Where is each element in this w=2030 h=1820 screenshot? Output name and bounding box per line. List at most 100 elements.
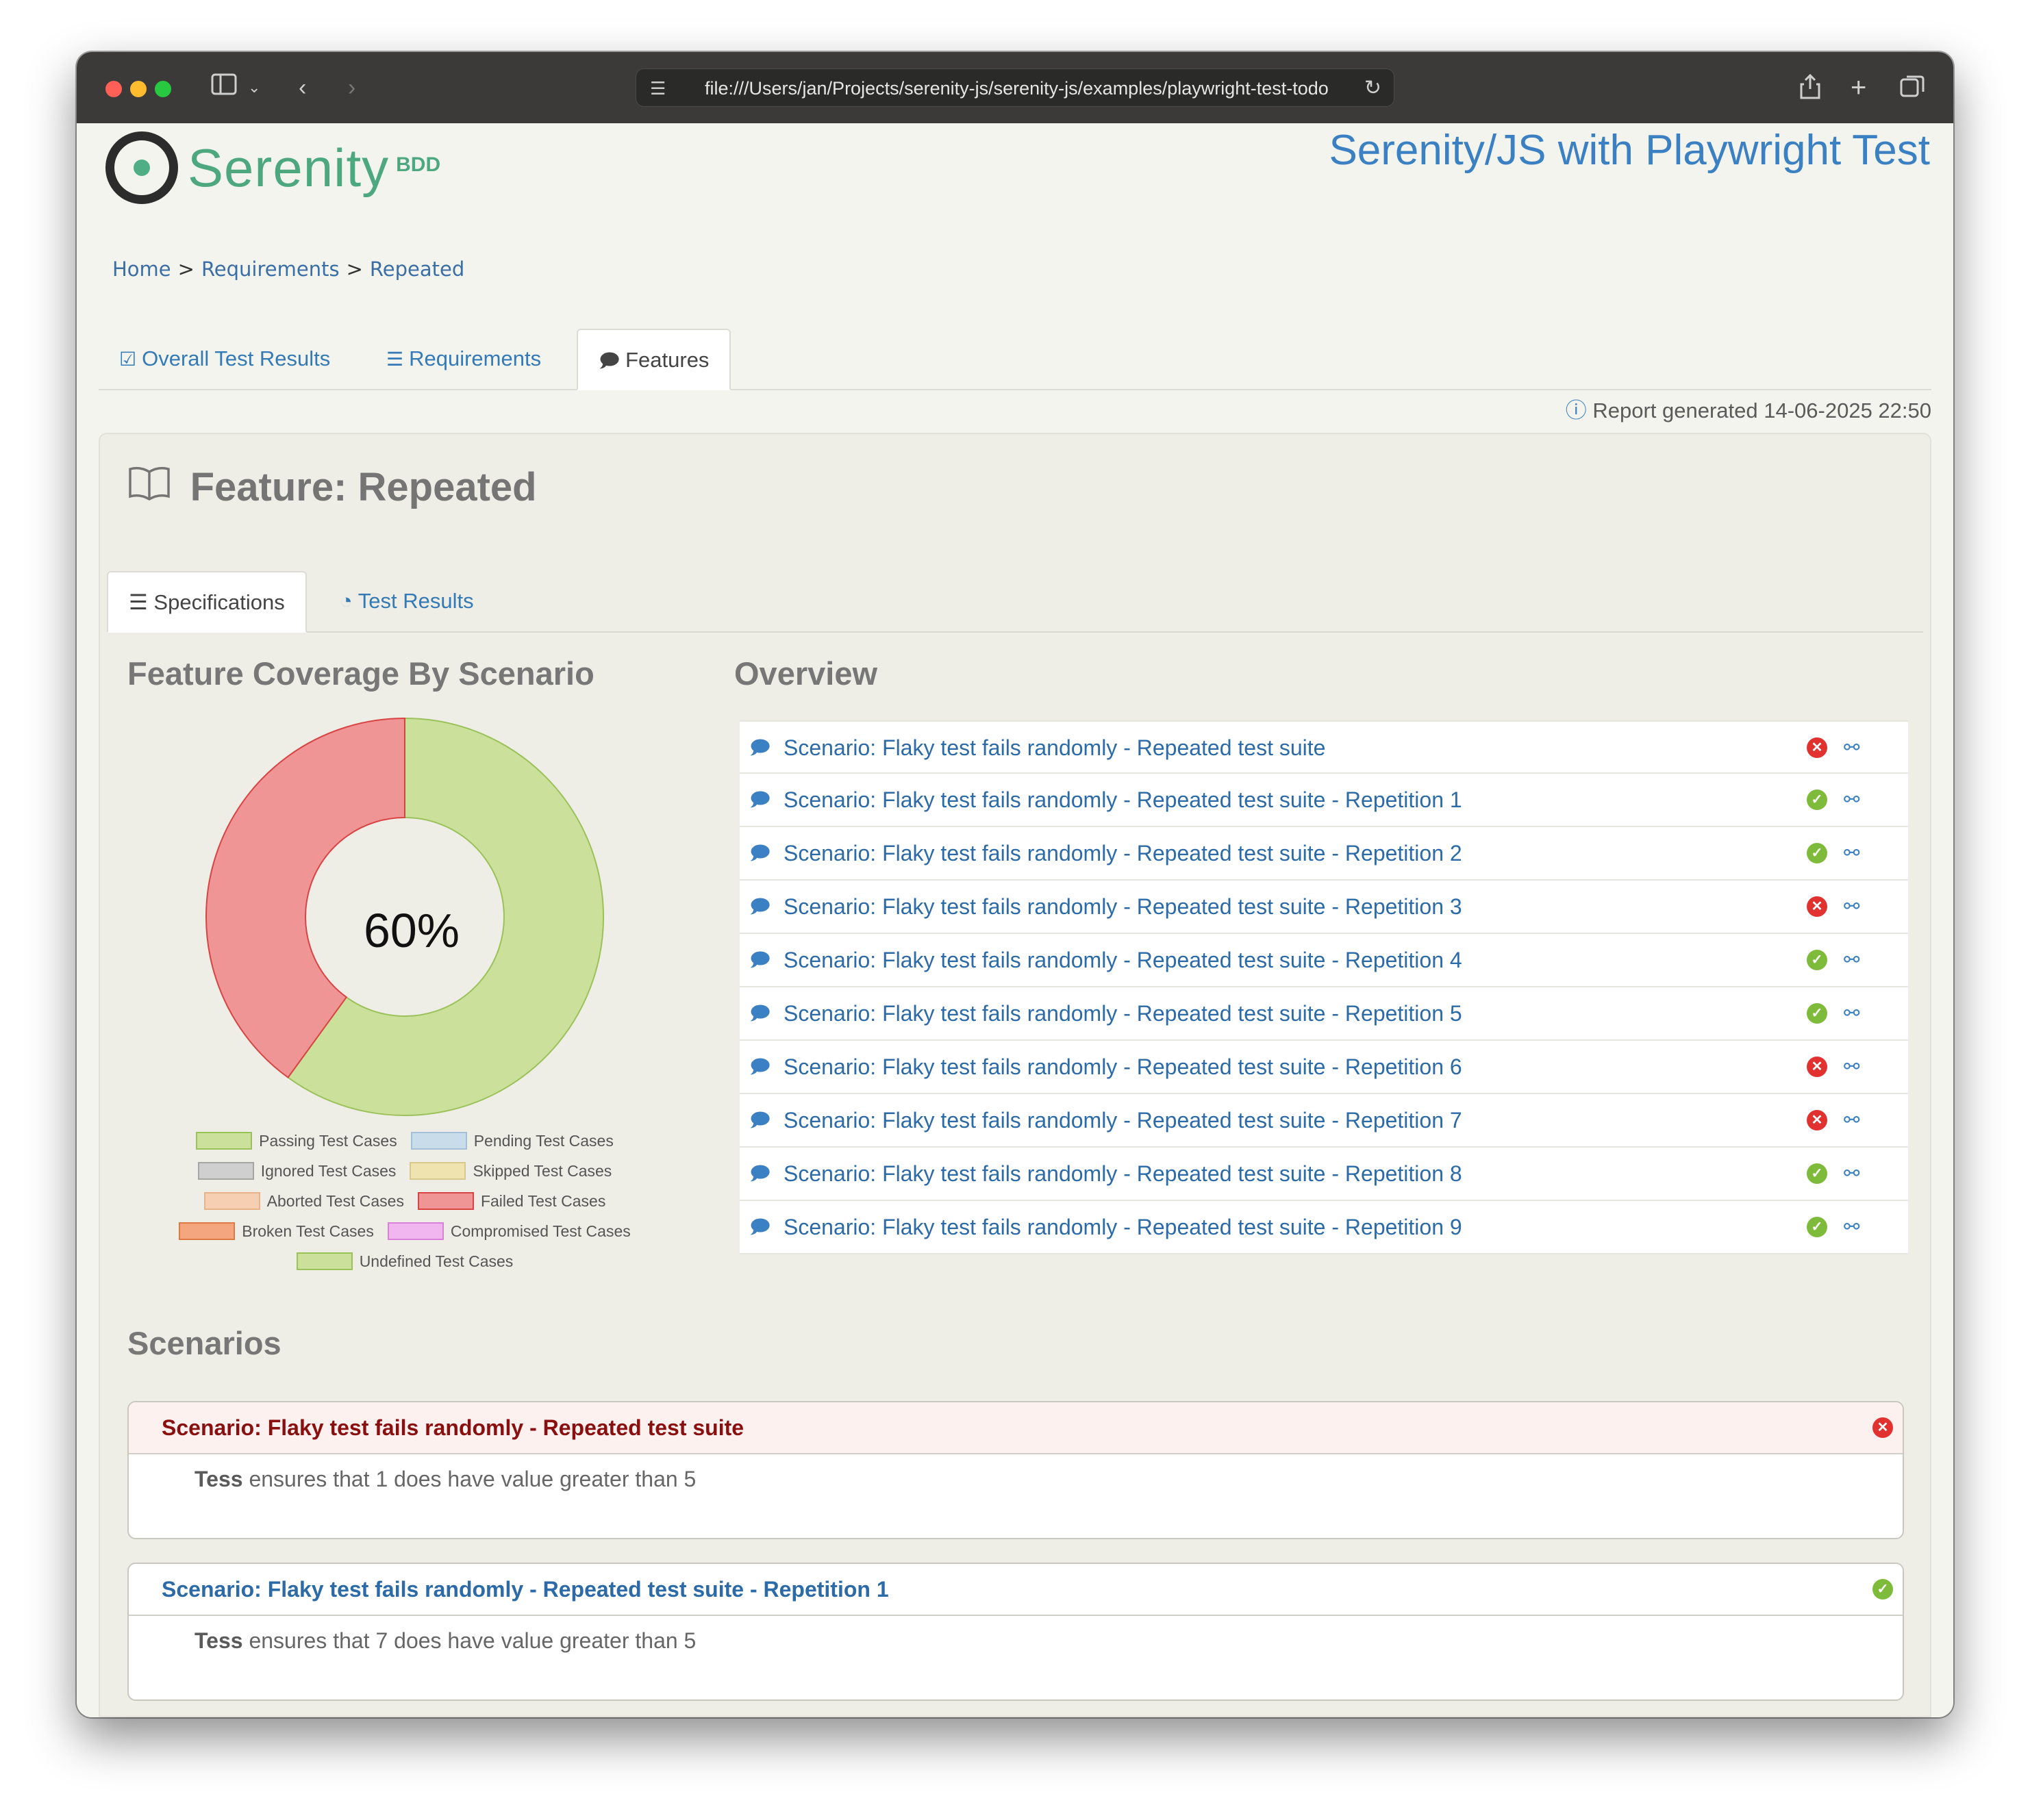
scenario-link[interactable]: Scenario: Flaky test fails randomly - Re… — [784, 1094, 1462, 1146]
back-icon[interactable]: ‹ — [299, 73, 306, 103]
breadcrumb-requirements[interactable]: Requirements — [201, 257, 340, 281]
feature-title-text: Feature: Repeated — [190, 465, 537, 509]
scenario-link[interactable]: Scenario: Flaky test fails randomly - Re… — [784, 827, 1462, 879]
legend-item[interactable]: Compromised Test Cases — [387, 1222, 631, 1241]
overview-row[interactable]: 🗩 Scenario: Flaky test fails randomly - R… — [740, 720, 1908, 774]
scenario-link[interactable]: Scenario: Flaky test fails randomly - Re… — [784, 934, 1462, 986]
step-text: ensures that 1 does have value greater t… — [249, 1467, 697, 1491]
legend-item[interactable]: Skipped Test Cases — [410, 1162, 612, 1180]
scenario-link[interactable]: Scenario: Flaky test fails randomly - Re… — [784, 774, 1462, 826]
share-icon[interactable] — [1799, 73, 1822, 108]
overview-row[interactable]: 🗩 Scenario: Flaky test fails randomly - R… — [740, 1094, 1908, 1148]
serenity-logo-mark — [105, 131, 178, 204]
dashboard-icon: ◔ — [340, 589, 353, 613]
glasses-icon[interactable]: ⚯ — [1844, 934, 1859, 986]
scenario-link[interactable]: Scenario: Flaky test fails randomly - Re… — [784, 987, 1462, 1039]
passed-status-icon: ✓ — [1807, 1217, 1827, 1237]
tab-overall-test-results[interactable]: ☑ Overall Test Results — [99, 329, 351, 390]
tab-requirements[interactable]: ☰ Requirements — [366, 329, 562, 390]
glasses-icon[interactable]: ⚯ — [1844, 722, 1859, 774]
tab-overview-icon[interactable] — [1899, 73, 1926, 108]
feature-panel: Feature: Repeated ☰ Specifications ◔ Tes… — [99, 433, 1931, 1717]
tab-label: Specifications — [153, 590, 285, 614]
scenario-card-title: Scenario: Flaky test fails randomly - Re… — [162, 1577, 889, 1602]
breadcrumb: Home > Requirements > Repeated — [112, 257, 464, 281]
scenario-step: Tess ensures that 1 does have value grea… — [129, 1454, 1903, 1492]
scenario-link[interactable]: Scenario: Flaky test fails randomly - Re… — [784, 881, 1462, 933]
breadcrumb-current[interactable]: Repeated — [370, 257, 464, 281]
scenario-card-header[interactable]: Scenario: Flaky test fails randomly - Re… — [129, 1402, 1903, 1454]
legend-label: Passing Test Cases — [259, 1131, 397, 1150]
step-actor: Tess — [195, 1467, 243, 1491]
failed-status-icon: ✕ — [1807, 896, 1827, 917]
scenario-card-title: Scenario: Flaky test fails randomly - Re… — [162, 1415, 744, 1440]
passed-status-icon: ✓ — [1807, 843, 1827, 863]
page-settings-icon[interactable]: ☰ — [650, 69, 666, 108]
legend-label: Failed Test Cases — [480, 1191, 606, 1210]
legend-item[interactable]: Passing Test Cases — [196, 1132, 397, 1150]
scenario-link[interactable]: Scenario: Flaky test fails randomly - Re… — [784, 1041, 1462, 1093]
url-text[interactable]: file:///Users/jan/Projects/serenity-js/s… — [705, 69, 1346, 108]
tab-specifications[interactable]: ☰ Specifications — [107, 571, 307, 633]
legend-item[interactable]: Aborted Test Cases — [203, 1191, 404, 1211]
sidebar-toggle-icon[interactable] — [211, 73, 238, 103]
document-list-icon: ☰ — [129, 590, 148, 614]
chevron-down-icon[interactable]: ⌄ — [248, 73, 260, 103]
legend-item[interactable]: Ignored Test Cases — [197, 1162, 396, 1180]
zoom-window-button[interactable] — [155, 81, 171, 97]
legend-label: Pending Test Cases — [473, 1131, 614, 1150]
tab-test-results[interactable]: ◔ Test Results — [319, 571, 494, 633]
glasses-icon[interactable]: ⚯ — [1844, 1201, 1859, 1253]
breadcrumb-separator: > — [177, 257, 195, 281]
serenity-logo[interactable]: Serenity BDD — [105, 131, 440, 204]
overview-row[interactable]: 🗩 Scenario: Flaky test fails randomly - R… — [740, 1148, 1908, 1201]
legend-item[interactable]: Undefined Test Cases — [296, 1252, 513, 1271]
new-tab-icon[interactable]: + — [1851, 73, 1866, 103]
forward-icon[interactable]: › — [348, 73, 355, 103]
overview-row[interactable]: 🗩 Scenario: Flaky test fails randomly - R… — [740, 1041, 1908, 1094]
glasses-icon[interactable]: ⚯ — [1844, 987, 1859, 1039]
logo-suffix: BDD — [396, 153, 441, 176]
legend-swatch — [417, 1192, 474, 1210]
glasses-icon[interactable]: ⚯ — [1844, 827, 1859, 879]
address-bar[interactable]: ☰ file:///Users/jan/Projects/serenity-js… — [636, 68, 1394, 107]
close-window-button[interactable] — [105, 81, 122, 97]
legend-item[interactable]: Broken Test Cases — [179, 1222, 374, 1241]
glasses-icon[interactable]: ⚯ — [1844, 1094, 1859, 1146]
minimize-window-button[interactable] — [130, 81, 147, 97]
glasses-icon[interactable]: ⚯ — [1844, 1041, 1859, 1093]
passed-status-icon: ✓ — [1807, 1163, 1827, 1184]
breadcrumb-home[interactable]: Home — [112, 257, 171, 281]
scenario-link[interactable]: Scenario: Flaky test fails randomly - Re… — [784, 1201, 1462, 1253]
legend-label: Aborted Test Cases — [266, 1191, 404, 1210]
overview-row[interactable]: 🗩 Scenario: Flaky test fails randomly - R… — [740, 827, 1908, 881]
legend-label: Broken Test Cases — [242, 1222, 374, 1240]
scenario-link[interactable]: Scenario: Flaky test fails randomly - Re… — [784, 1148, 1462, 1200]
legend-swatch — [296, 1252, 353, 1270]
legend-item[interactable]: Pending Test Cases — [410, 1131, 614, 1150]
project-title: Serenity/JS with Playwright Test — [1329, 127, 1930, 174]
scenario-card: Scenario: Flaky test fails randomly - Re… — [127, 1401, 1904, 1539]
tab-features[interactable]: 🗩 Features — [577, 329, 731, 390]
glasses-icon[interactable]: ⚯ — [1844, 881, 1859, 933]
glasses-icon[interactable]: ⚯ — [1844, 774, 1859, 826]
tab-label: Overall Test Results — [142, 346, 331, 370]
overview-row[interactable]: 🗩 Scenario: Flaky test fails randomly - R… — [740, 934, 1908, 987]
scenario-card-header[interactable]: Scenario: Flaky test fails randomly - Re… — [129, 1564, 1903, 1616]
passed-status-icon: ✓ — [1807, 950, 1827, 970]
overview-row[interactable]: 🗩 Scenario: Flaky test fails randomly - R… — [740, 881, 1908, 934]
overview-row[interactable]: 🗩 Scenario: Flaky test fails randomly - R… — [740, 1201, 1908, 1254]
comment-icon: 🗩 — [749, 896, 771, 917]
failed-status-icon: ✕ — [1807, 737, 1827, 758]
reload-icon[interactable]: ↻ — [1364, 69, 1381, 108]
browser-window: ⌄ ‹ › ☰ file:///Users/jan/Projects/seren… — [77, 52, 1953, 1717]
glasses-icon[interactable]: ⚯ — [1844, 1148, 1859, 1200]
overview-row[interactable]: 🗩 Scenario: Flaky test fails randomly - R… — [740, 774, 1908, 827]
legend-item[interactable]: Failed Test Cases — [417, 1191, 606, 1211]
overview-row[interactable]: 🗩 Scenario: Flaky test fails randomly - R… — [740, 987, 1908, 1041]
comment-icon: 🗩 — [749, 949, 771, 970]
scenario-card: Scenario: Flaky test fails randomly - Re… — [127, 1563, 1904, 1701]
scenario-link[interactable]: Scenario: Flaky test fails randomly - Re… — [784, 722, 1325, 774]
comments-icon: 🗩 — [599, 350, 621, 371]
report-generated: ⓘ Report generated 14-06-2025 22:50 — [1566, 393, 1931, 424]
